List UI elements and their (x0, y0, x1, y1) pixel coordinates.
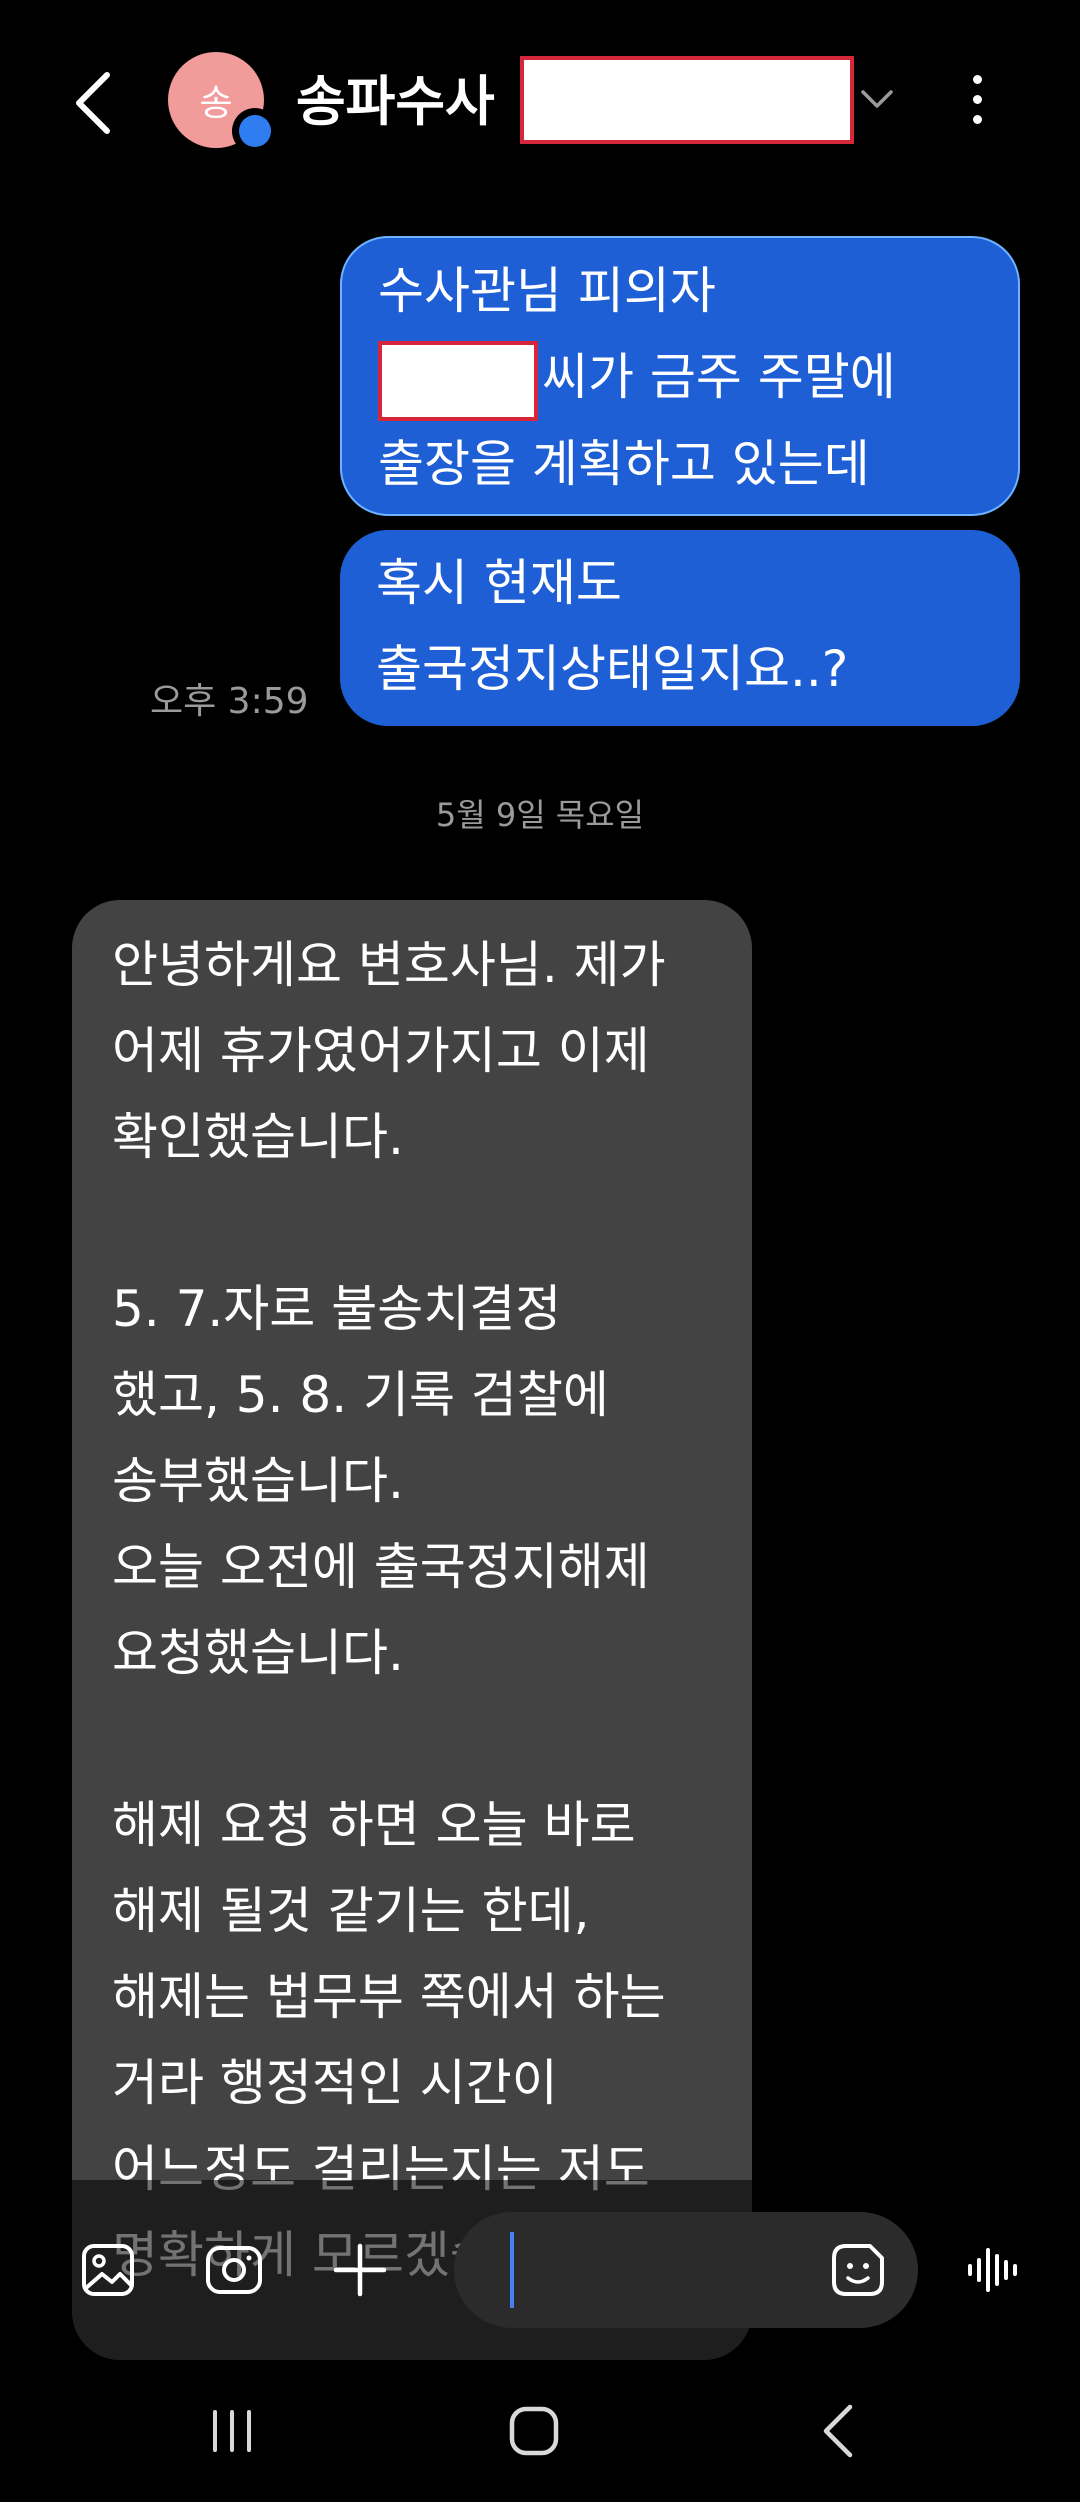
recents-button[interactable] (182, 2386, 282, 2476)
message-line: 씨가 금주 주말에 (378, 334, 982, 421)
sent-message-bubble[interactable]: 혹시 현재도 출국정지상태일지요..? (340, 530, 1020, 726)
contact-name[interactable]: 송파수사 (296, 62, 495, 142)
message-text: 씨가 금주 주말에 (542, 348, 896, 406)
image-icon (82, 2244, 134, 2296)
nav-back-button[interactable] (788, 2386, 888, 2476)
back-icon (823, 2404, 853, 2458)
camera-button[interactable] (194, 2230, 274, 2310)
avatar-letter: 송 (199, 83, 233, 124)
message-line: 출장을 계획하고 있는데 (378, 434, 870, 493)
redaction-box (378, 340, 538, 421)
chevron-left-icon (76, 72, 110, 134)
message-line: 혹시 현재도 (376, 554, 622, 612)
plus-icon (333, 2243, 387, 2297)
home-icon (509, 2406, 559, 2456)
voice-wave-icon (968, 2248, 1017, 2292)
back-button[interactable] (58, 58, 128, 148)
recents-icon (213, 2410, 251, 2452)
redaction-box (520, 56, 854, 144)
text-cursor (510, 2232, 514, 2308)
received-message-bubble[interactable]: 안녕하게요 변호사님. 제가 어제 휴가였어가지고 이제 확인했습니다. 5. … (72, 900, 752, 2360)
home-button[interactable] (484, 2386, 584, 2476)
expand-contact-button[interactable] (852, 72, 902, 126)
message-text: 안녕하게요 변호사님. 제가 어제 휴가였어가지고 이제 확인했습니다. 5. … (112, 936, 666, 2284)
message-line: 출국정지상태일지요..? (376, 640, 849, 698)
chevron-down-icon (861, 90, 893, 108)
sticker-button[interactable] (818, 2230, 898, 2310)
sticker-icon (832, 2244, 884, 2296)
add-attachment-button[interactable] (320, 2230, 400, 2310)
sent-message-bubble[interactable]: 수사관님 피의자 씨가 금주 주말에 출장을 계획하고 있는데 (340, 236, 1020, 516)
more-vertical-icon (972, 74, 982, 84)
camera-icon (206, 2246, 262, 2294)
message-line: 수사관님 피의자 (378, 262, 716, 320)
gallery-button[interactable] (68, 2230, 148, 2310)
chat-badge-icon (232, 108, 278, 154)
more-options-button[interactable] (952, 64, 1002, 134)
message-timestamp: 오후 3:59 (150, 681, 309, 722)
voice-input-button[interactable] (954, 2230, 1034, 2310)
date-divider: 5월 9일 목요일 (435, 796, 645, 834)
